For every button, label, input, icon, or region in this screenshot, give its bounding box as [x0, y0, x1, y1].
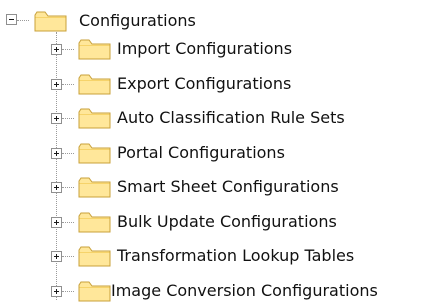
tree-item-label[interactable]: Smart Sheet Configurations	[117, 175, 339, 199]
folder-icon	[78, 39, 111, 60]
expand-toggle[interactable]	[51, 79, 62, 90]
item-connector	[62, 291, 74, 292]
folder-icon	[78, 143, 111, 164]
folder-icon	[78, 108, 111, 129]
item-connector	[62, 118, 74, 119]
plus-icon-vertical-bar	[56, 185, 57, 190]
tree-item-label[interactable]: Import Configurations	[117, 37, 292, 61]
root-connector	[17, 20, 29, 21]
folder-icon	[78, 74, 111, 95]
item-connector	[62, 49, 74, 50]
item-connector	[62, 222, 74, 223]
minus-icon	[9, 19, 14, 20]
folder-icon	[78, 246, 111, 267]
plus-icon-vertical-bar	[56, 116, 57, 121]
folder-icon	[34, 11, 67, 32]
item-connector	[62, 187, 74, 188]
plus-icon-vertical-bar	[56, 151, 57, 156]
expand-toggle[interactable]	[51, 217, 62, 228]
expand-toggle[interactable]	[51, 113, 62, 124]
expand-toggle[interactable]	[51, 148, 62, 159]
collapse-toggle-configurations[interactable]	[6, 14, 17, 25]
expand-toggle[interactable]	[51, 286, 62, 297]
folder-icon	[78, 212, 111, 233]
item-connector	[62, 153, 74, 154]
plus-icon-vertical-bar	[56, 254, 57, 259]
plus-icon-vertical-bar	[56, 82, 57, 87]
expand-toggle[interactable]	[51, 251, 62, 262]
tree-item-label[interactable]: Export Configurations	[117, 72, 291, 96]
expand-toggle[interactable]	[51, 44, 62, 55]
tree-item-label-configurations[interactable]: Configurations	[79, 9, 196, 33]
tree-item-label[interactable]: Transformation Lookup Tables	[117, 244, 354, 268]
tree-item-label[interactable]: Portal Configurations	[117, 141, 285, 165]
tree-item-label[interactable]: Bulk Update Configurations	[117, 210, 337, 234]
configurations-tree: Configurations Import Configurations Expo…	[0, 0, 434, 306]
tree-item-label[interactable]: Image Conversion Configurations	[111, 279, 378, 303]
plus-icon-vertical-bar	[56, 220, 57, 225]
plus-icon-vertical-bar	[56, 289, 57, 294]
item-connector	[62, 256, 74, 257]
item-connector	[62, 84, 74, 85]
tree-item-label[interactable]: Auto Classification Rule Sets	[117, 106, 345, 130]
folder-icon	[78, 177, 111, 198]
expand-toggle[interactable]	[51, 182, 62, 193]
plus-icon-vertical-bar	[56, 47, 57, 52]
folder-icon	[78, 281, 111, 302]
